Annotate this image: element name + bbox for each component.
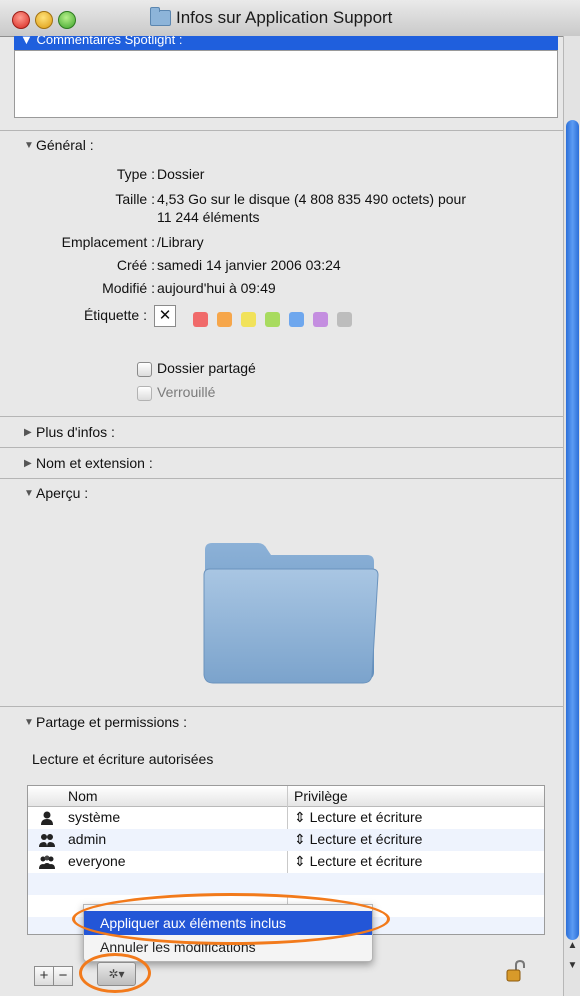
created-value: samedi 14 janvier 2006 03:24 (157, 257, 341, 273)
column-header-privilege[interactable]: Privilège (294, 788, 348, 804)
table-header: Nom Privilège (28, 786, 544, 807)
gear-action-button[interactable]: ✲▾ (97, 962, 136, 986)
minimize-window-button[interactable] (35, 11, 53, 29)
apply-to-enclosed-items-menu-item[interactable]: Appliquer aux éléments inclus (84, 911, 372, 935)
label-color-swatch[interactable] (193, 312, 208, 327)
zoom-window-button[interactable] (58, 11, 76, 29)
lock-icon[interactable] (506, 960, 526, 984)
name-extension-header: Nom et extension : (36, 455, 153, 471)
no-label-x-icon[interactable]: ✕ (154, 305, 176, 327)
everyone-icon (39, 855, 55, 869)
group-icon (39, 834, 55, 847)
label-color-swatch[interactable] (337, 312, 352, 327)
disclosure-open-icon: ▼ (24, 139, 34, 151)
revert-changes-menu-item[interactable]: Annuler les modifications (84, 935, 372, 959)
location-label: Emplacement : (61, 234, 155, 250)
created-label: Créé : (116, 257, 155, 273)
scrollbar-thumb[interactable] (566, 120, 579, 940)
label-color-swatch[interactable] (241, 312, 256, 327)
disclosure-closed-icon: ▶ (24, 457, 32, 469)
privilege-value: Lecture et écriture (309, 809, 423, 825)
locked-checkbox[interactable] (137, 386, 152, 401)
name-extension-section-toggle[interactable]: ▶ Nom et extension : (24, 455, 153, 471)
privilege-select[interactable]: ⇕ Lecture et écriture (294, 831, 422, 848)
user-name: système (68, 809, 121, 825)
general-header: Général : (36, 137, 94, 153)
modified-label: Modifié : (102, 280, 155, 296)
title-bar: Infos sur Application Support (0, 0, 580, 37)
window-title: Infos sur Application Support (176, 8, 393, 27)
empty-row (28, 873, 544, 895)
label-color-swatch[interactable] (217, 312, 232, 327)
user-name: admin (68, 831, 107, 847)
column-header-name[interactable]: Nom (68, 788, 98, 804)
shared-folder-label: Dossier partagé (157, 360, 256, 376)
type-value: Dossier (157, 166, 205, 182)
label-color-swatch[interactable] (313, 312, 328, 327)
divider (0, 447, 563, 448)
table-row[interactable]: système ⇕ Lecture et écriture (28, 807, 544, 829)
privilege-select[interactable]: ⇕ Lecture et écriture (294, 853, 422, 870)
location-value: /Library (157, 234, 204, 250)
add-user-button[interactable]: + (34, 966, 54, 986)
label-color-swatch[interactable] (289, 312, 304, 327)
scroll-down-arrow-icon[interactable]: ▼ (565, 960, 580, 977)
size-value-line2: 11 244 éléments (157, 209, 260, 225)
table-row[interactable]: everyone ⇕ Lecture et écriture (28, 851, 544, 873)
general-section-toggle[interactable]: ▼ Général : (24, 137, 94, 153)
label-color-swatch[interactable] (265, 312, 280, 327)
size-value-line1: 4,53 Go sur le disque (4 808 835 490 oct… (157, 191, 466, 207)
type-label: Type : (116, 166, 155, 182)
sharing-status: Lecture et écriture autorisées (32, 751, 214, 767)
privilege-value: Lecture et écriture (309, 853, 423, 869)
close-window-button[interactable] (12, 11, 30, 29)
table-row[interactable]: admin ⇕ Lecture et écriture (28, 829, 544, 851)
preview-header: Aperçu : (36, 485, 89, 501)
folder-preview-icon (203, 543, 379, 684)
divider (0, 416, 563, 417)
modified-value: aujourd'hui à 09:49 (157, 280, 276, 296)
user-name: everyone (68, 853, 126, 869)
privilege-value: Lecture et écriture (309, 831, 423, 847)
label-label: Étiquette : (83, 307, 147, 323)
disclosure-open-icon: ▼ (24, 716, 34, 728)
scroll-up-arrow-icon[interactable]: ▲ (565, 940, 580, 957)
spotlight-comments-field[interactable] (14, 50, 558, 118)
spotlight-comments-header[interactable]: ▼ Commentaires Spotlight : (14, 36, 558, 50)
more-info-section-toggle[interactable]: ▶ Plus d'infos : (24, 424, 115, 440)
divider (0, 706, 563, 707)
divider (0, 130, 563, 131)
disclosure-open-icon: ▼ (24, 487, 34, 499)
preview-section-toggle[interactable]: ▼ Aperçu : (24, 485, 88, 501)
disclosure-closed-icon: ▶ (24, 426, 32, 438)
divider (0, 478, 563, 479)
gear-action-menu: Appliquer aux éléments inclus Annuler le… (83, 904, 373, 962)
more-info-header: Plus d'infos : (36, 424, 115, 440)
sharing-header: Partage et permissions : (36, 714, 187, 730)
privilege-select[interactable]: ⇕ Lecture et écriture (294, 809, 422, 826)
shared-folder-checkbox[interactable] (137, 362, 152, 377)
size-label: Taille : (115, 191, 155, 207)
single-user-icon (41, 811, 53, 825)
folder-icon (150, 7, 171, 26)
remove-user-button[interactable]: − (53, 966, 73, 986)
locked-label: Verrouillé (157, 384, 216, 400)
sharing-section-toggle[interactable]: ▼ Partage et permissions : (24, 714, 187, 730)
